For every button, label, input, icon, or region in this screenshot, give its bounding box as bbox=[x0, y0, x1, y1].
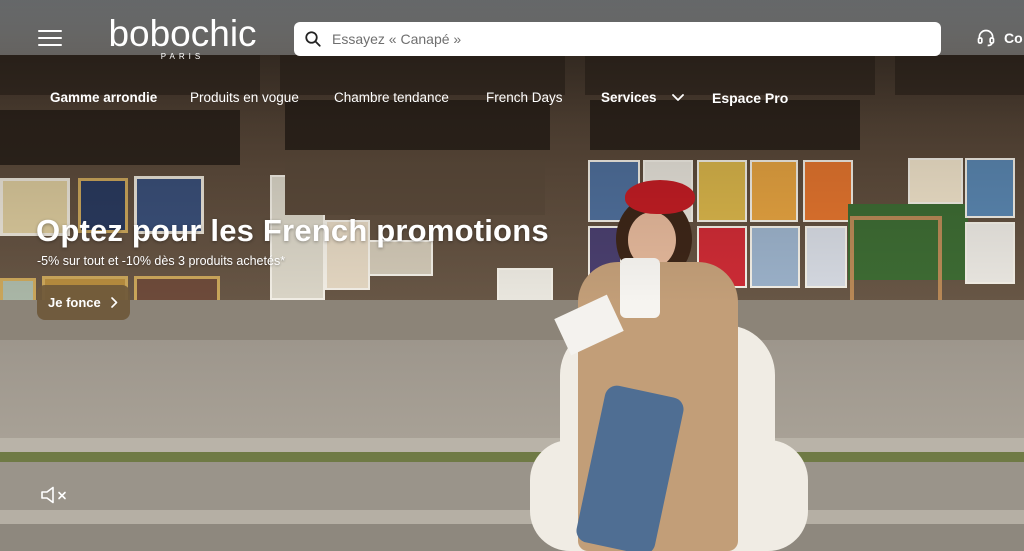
nav-item-services[interactable]: Services bbox=[601, 90, 685, 105]
logo-wordmark: bobochic bbox=[108, 13, 257, 54]
contact-link[interactable]: Co bbox=[976, 28, 1023, 48]
site-header: bobochic PARIS Co bbox=[0, 0, 1024, 80]
speaker-muted-icon[interactable] bbox=[40, 486, 70, 504]
nav-item-services-label: Services bbox=[601, 90, 657, 105]
brand-logo[interactable]: bobochic PARIS bbox=[95, 13, 270, 62]
nav-item-espace-pro[interactable]: Espace Pro bbox=[712, 90, 788, 106]
headset-icon bbox=[977, 29, 995, 47]
contact-label: Co bbox=[1004, 30, 1023, 46]
nav-item-produits-en-vogue[interactable]: Produits en vogue bbox=[190, 90, 299, 105]
hero-title: Optez pour les French promotions bbox=[36, 213, 549, 248]
nav-item-chambre-tendance[interactable]: Chambre tendance bbox=[334, 90, 449, 105]
search-input[interactable] bbox=[330, 30, 914, 48]
nav-item-french-days[interactable]: French Days bbox=[486, 90, 563, 105]
page: bobochic PARIS Co Gamme arrondie Produit… bbox=[0, 0, 1024, 551]
search-icon bbox=[305, 31, 321, 47]
cta-label: Je fonce bbox=[48, 295, 101, 310]
hero-background-image bbox=[0, 0, 1024, 551]
chevron-down-icon[interactable] bbox=[672, 94, 685, 102]
chevron-right-icon bbox=[110, 297, 118, 308]
hero-subtitle: -5% sur tout et -10% dès 3 produits ache… bbox=[37, 254, 286, 268]
nav-item-gamme-arrondie[interactable]: Gamme arrondie bbox=[50, 90, 157, 105]
search-bar[interactable] bbox=[294, 22, 941, 56]
hamburger-menu-icon[interactable] bbox=[38, 30, 62, 48]
cta-button[interactable]: Je fonce bbox=[37, 285, 130, 320]
